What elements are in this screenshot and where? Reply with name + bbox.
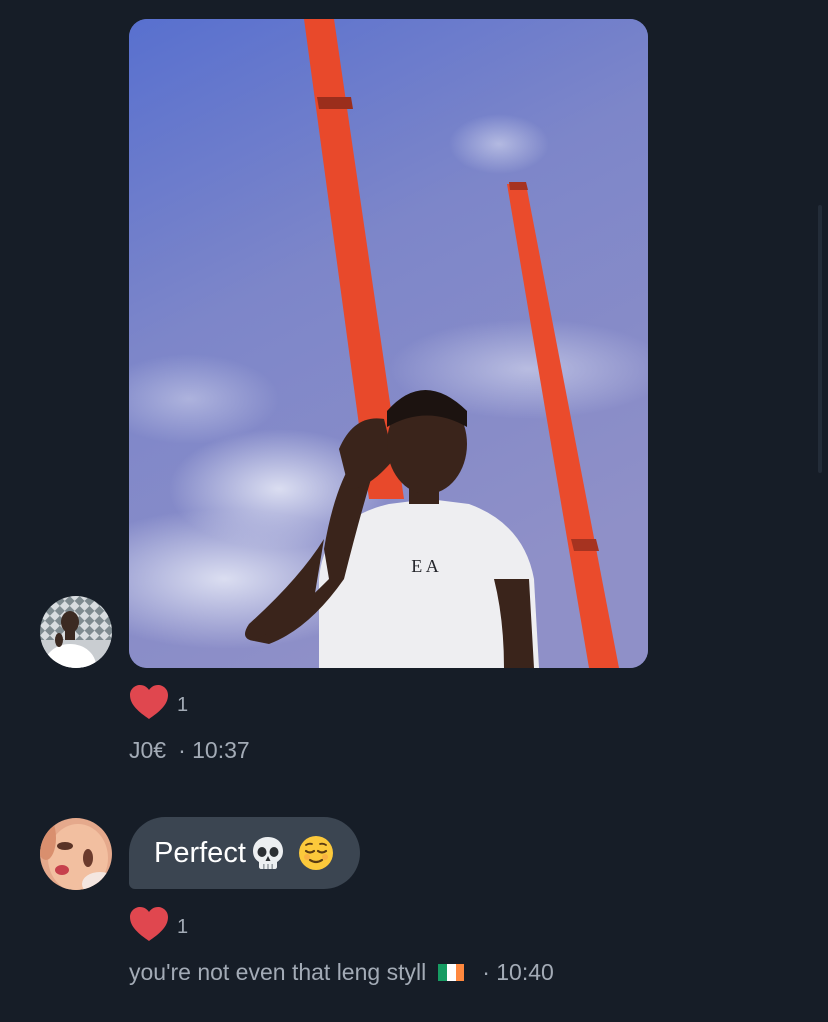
shirt-logo: E A xyxy=(411,556,439,576)
message-time: · 10:40 xyxy=(482,959,554,985)
reaction-count: 1 xyxy=(177,693,189,716)
sender-avatar[interactable] xyxy=(40,596,112,668)
message-time: · 10:37 xyxy=(178,737,250,763)
reaction-chip[interactable]: 1 xyxy=(129,904,188,944)
photo-attachment[interactable]: E A xyxy=(129,19,648,668)
relieved-face-emoji xyxy=(298,835,334,871)
sender-name[interactable]: J0€ xyxy=(129,737,166,764)
message-bubble[interactable]: Perfect xyxy=(129,817,360,889)
message-meta: J0€ · 10:37 xyxy=(129,737,250,764)
scrollbar[interactable] xyxy=(818,205,822,473)
chat-screen: E A 1 J0€ · 10:37 Perfect 1 you're not e… xyxy=(0,0,828,1022)
skull-emoji xyxy=(250,835,286,871)
sender-avatar[interactable] xyxy=(40,818,112,890)
reaction-count: 1 xyxy=(177,915,189,938)
message-text: Perfect xyxy=(154,836,246,869)
heart-icon xyxy=(130,907,168,941)
sender-name[interactable]: you're not even that leng styll xyxy=(129,959,426,986)
ireland-flag-icon xyxy=(438,964,465,981)
heart-icon xyxy=(130,685,168,719)
reaction-chip[interactable]: 1 xyxy=(129,682,188,722)
message-meta: you're not even that leng styll · 10:40 xyxy=(129,959,554,986)
